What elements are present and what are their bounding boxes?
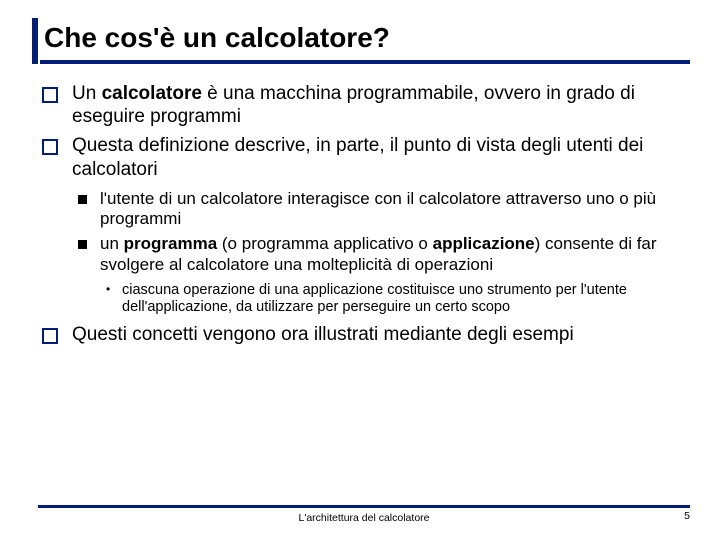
text: Questi concetti vengono ora illustrati m… — [72, 324, 574, 345]
bullet-list-lvl3: ciascuna operazione di una applicazione … — [100, 282, 690, 317]
slide-content: Un calcolatore è una macchina programmab… — [38, 82, 690, 346]
bullet-list-lvl1: Un calcolatore è una macchina programmab… — [38, 82, 690, 346]
text: Un — [72, 83, 102, 104]
title-block: Che cos'è un calcolatore? — [32, 18, 690, 64]
bold-text: applicazione — [433, 234, 535, 253]
bullet-list-lvl2: l'utente di un calcolatore interagisce c… — [72, 189, 690, 317]
bold-text: calcolatore — [102, 83, 202, 104]
page-number: 5 — [684, 510, 690, 522]
bullet-lvl2: l'utente di un calcolatore interagisce c… — [72, 189, 690, 230]
bullet-lvl2: un programma (o programma applicativo o … — [72, 234, 690, 317]
slide-title: Che cos'è un calcolatore? — [40, 18, 690, 64]
bullet-lvl1: Questa definizione descrive, in parte, i… — [38, 134, 690, 317]
slide: Che cos'è un calcolatore? Un calcolatore… — [0, 0, 720, 540]
text: l'utente di un calcolatore interagisce c… — [100, 189, 656, 229]
bullet-lvl3: ciascuna operazione di una applicazione … — [100, 282, 690, 317]
bold-text: programma — [124, 234, 218, 253]
bullet-lvl1: Un calcolatore è una macchina programmab… — [38, 82, 690, 128]
text: (o programma applicativo o — [217, 234, 432, 253]
bullet-lvl1: Questi concetti vengono ora illustrati m… — [38, 323, 690, 346]
slide-footer: L'architettura del calcolatore 5 — [38, 505, 690, 524]
text: Questa definizione descrive, in parte, i… — [72, 135, 643, 179]
footer-text: L'architettura del calcolatore — [299, 512, 430, 524]
text: un — [100, 234, 124, 253]
text: ciascuna operazione di una applicazione … — [122, 282, 627, 316]
